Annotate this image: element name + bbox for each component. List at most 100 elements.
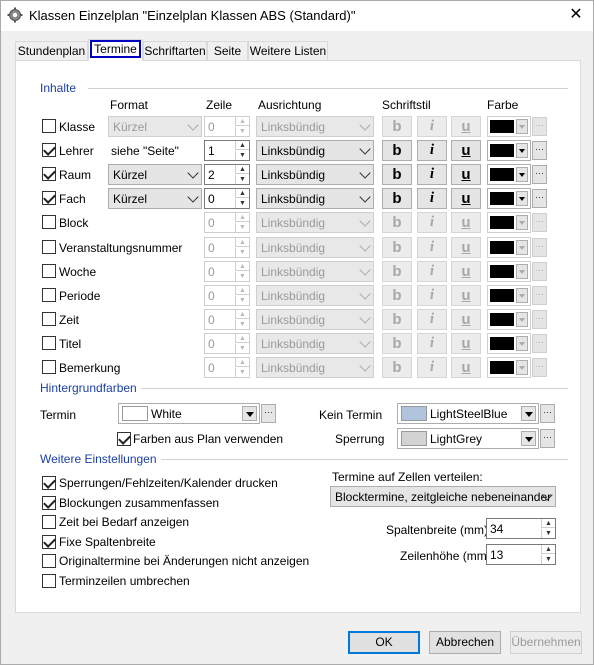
option-3-checkbox[interactable] — [42, 535, 56, 549]
row-klasse-color-select[interactable] — [487, 116, 531, 137]
row-titel-ausrichtung-select[interactable]: Linksbündig — [256, 333, 374, 354]
row-titel-italic-button[interactable]: i — [417, 333, 447, 354]
row-veranstaltungsnummer-color-more-button[interactable]: ··· — [532, 238, 547, 257]
row-bemerkung-bold-button[interactable]: b — [382, 357, 412, 378]
row-klasse-italic-button[interactable]: i — [417, 116, 447, 137]
row-fach-format-select[interactable]: Kürzel — [108, 188, 202, 209]
row-woche-italic-button[interactable]: i — [417, 261, 447, 282]
row-periode-checkbox[interactable] — [42, 288, 56, 302]
row-zeit-zeile-stepper[interactable]: 0 ▲ ▼ — [204, 309, 250, 330]
row-fach-color-select[interactable] — [487, 188, 531, 209]
row-periode-italic-button[interactable]: i — [417, 285, 447, 306]
stepper-up-icon[interactable]: ▲ — [235, 358, 249, 367]
row-titel-zeile-stepper[interactable]: 0 ▲ ▼ — [204, 333, 250, 354]
row-lehrer-color-more-button[interactable]: ··· — [532, 141, 547, 160]
stepper-up-icon[interactable]: ▲ — [235, 165, 249, 174]
stepper-up-icon[interactable]: ▲ — [235, 213, 249, 222]
row-klasse-bold-button[interactable]: b — [382, 116, 412, 137]
row-woche-ausrichtung-select[interactable]: Linksbündig — [256, 261, 374, 282]
row-veranstaltungsnummer-zeile-stepper[interactable]: 0 ▲ ▼ — [204, 237, 250, 258]
row-woche-bold-button[interactable]: b — [382, 261, 412, 282]
row-block-ausrichtung-select[interactable]: Linksbündig — [256, 212, 374, 233]
row-raum-bold-button[interactable]: b — [382, 164, 412, 185]
stepper-down-icon[interactable]: ▼ — [235, 223, 249, 232]
option-2-checkbox[interactable] — [42, 515, 56, 529]
row-titel-underline-button[interactable]: u — [451, 333, 481, 354]
row-periode-zeile-stepper[interactable]: 0 ▲ ▼ — [204, 285, 250, 306]
stepper-down-icon[interactable]: ▼ — [541, 555, 555, 564]
termin-color-more-button[interactable]: ··· — [261, 404, 276, 423]
stepper-down-icon[interactable]: ▼ — [235, 296, 249, 305]
tab-stundenplan[interactable]: Stundenplan — [15, 41, 88, 61]
row-lehrer-zeile-stepper[interactable]: 1 ▲ ▼ — [204, 140, 250, 161]
uebernehmen-button[interactable]: Übernehmen — [510, 631, 582, 654]
row-periode-underline-button[interactable]: u — [451, 285, 481, 306]
sperrung-color-more-button[interactable]: ··· — [540, 429, 555, 448]
verteilen-select[interactable]: Blocktermine, zeitgleiche nebeneinander — [330, 486, 556, 507]
stepper-down-icon[interactable]: ▼ — [235, 368, 249, 377]
stepper-down-icon[interactable]: ▼ — [235, 272, 249, 281]
row-bemerkung-italic-button[interactable]: i — [417, 357, 447, 378]
row-veranstaltungsnummer-color-select[interactable] — [487, 237, 531, 258]
option-5-checkbox[interactable] — [42, 574, 56, 588]
row-lehrer-italic-button[interactable]: i — [417, 140, 447, 161]
row-block-checkbox[interactable] — [42, 215, 56, 229]
row-woche-underline-button[interactable]: u — [451, 261, 481, 282]
row-raum-format-select[interactable]: Kürzel — [108, 164, 202, 185]
row-block-color-more-button[interactable]: ··· — [532, 213, 547, 232]
row-lehrer-underline-button[interactable]: u — [451, 140, 481, 161]
row-zeit-ausrichtung-select[interactable]: Linksbündig — [256, 309, 374, 330]
row-woche-checkbox[interactable] — [42, 264, 56, 278]
row-bemerkung-ausrichtung-select[interactable]: Linksbündig — [256, 357, 374, 378]
row-titel-bold-button[interactable]: b — [382, 333, 412, 354]
row-fach-checkbox[interactable] — [42, 191, 56, 205]
stepper-down-icon[interactable]: ▼ — [235, 175, 249, 184]
stepper-down-icon[interactable]: ▼ — [235, 151, 249, 160]
stepper-down-icon[interactable]: ▼ — [235, 127, 249, 136]
row-block-color-select[interactable] — [487, 212, 531, 233]
row-periode-color-more-button[interactable]: ··· — [532, 286, 547, 305]
row-raum-ausrichtung-select[interactable]: Linksbündig — [256, 164, 374, 185]
row-raum-italic-button[interactable]: i — [417, 164, 447, 185]
row-raum-zeile-stepper[interactable]: 2 ▲ ▼ — [204, 164, 250, 185]
stepper-down-icon[interactable]: ▼ — [235, 320, 249, 329]
stepper-up-icon[interactable]: ▲ — [235, 334, 249, 343]
kein-termin-color-more-button[interactable]: ··· — [540, 404, 555, 423]
row-bemerkung-underline-button[interactable]: u — [451, 357, 481, 378]
stepper-down-icon[interactable]: ▼ — [235, 344, 249, 353]
stepper-up-icon[interactable]: ▲ — [541, 545, 555, 554]
row-periode-bold-button[interactable]: b — [382, 285, 412, 306]
row-fach-bold-button[interactable]: b — [382, 188, 412, 209]
tab-termine[interactable]: Termine — [88, 39, 143, 61]
stepper-up-icon[interactable]: ▲ — [235, 286, 249, 295]
row-zeit-color-select[interactable] — [487, 309, 531, 330]
row-zeit-color-more-button[interactable]: ··· — [532, 310, 547, 329]
row-veranstaltungsnummer-bold-button[interactable]: b — [382, 237, 412, 258]
row-klasse-ausrichtung-select[interactable]: Linksbündig — [256, 116, 374, 137]
row-titel-color-more-button[interactable]: ··· — [532, 334, 547, 353]
ok-button[interactable]: OK — [348, 631, 420, 654]
row-bemerkung-zeile-stepper[interactable]: 0 ▲ ▼ — [204, 357, 250, 378]
row-veranstaltungsnummer-underline-button[interactable]: u — [451, 237, 481, 258]
row-woche-zeile-stepper[interactable]: 0 ▲ ▼ — [204, 261, 250, 282]
row-raum-checkbox[interactable] — [42, 167, 56, 181]
sperrung-color-select[interactable]: LightGrey — [397, 428, 539, 449]
row-periode-ausrichtung-select[interactable]: Linksbündig — [256, 285, 374, 306]
kein-termin-color-select[interactable]: LightSteelBlue — [397, 403, 539, 424]
row-zeit-italic-button[interactable]: i — [417, 309, 447, 330]
row-bemerkung-checkbox[interactable] — [42, 360, 56, 374]
row-block-zeile-stepper[interactable]: 0 ▲ ▼ — [204, 212, 250, 233]
row-zeit-bold-button[interactable]: b — [382, 309, 412, 330]
row-titel-color-select[interactable] — [487, 333, 531, 354]
row-raum-color-more-button[interactable]: ··· — [532, 165, 547, 184]
row-klasse-format-select[interactable]: Kürzel — [108, 116, 202, 137]
spaltenbreite-stepper[interactable]: 34 ▲ ▼ — [486, 518, 556, 539]
tab-schriftarten[interactable]: Schriftarten — [143, 41, 207, 61]
row-fach-zeile-stepper[interactable]: 0 ▲ ▼ — [204, 188, 250, 209]
stepper-up-icon[interactable]: ▲ — [235, 141, 249, 150]
row-zeit-checkbox[interactable] — [42, 312, 56, 326]
row-klasse-checkbox[interactable] — [42, 119, 56, 133]
stepper-up-icon[interactable]: ▲ — [235, 238, 249, 247]
row-fach-ausrichtung-select[interactable]: Linksbündig — [256, 188, 374, 209]
row-block-bold-button[interactable]: b — [382, 212, 412, 233]
